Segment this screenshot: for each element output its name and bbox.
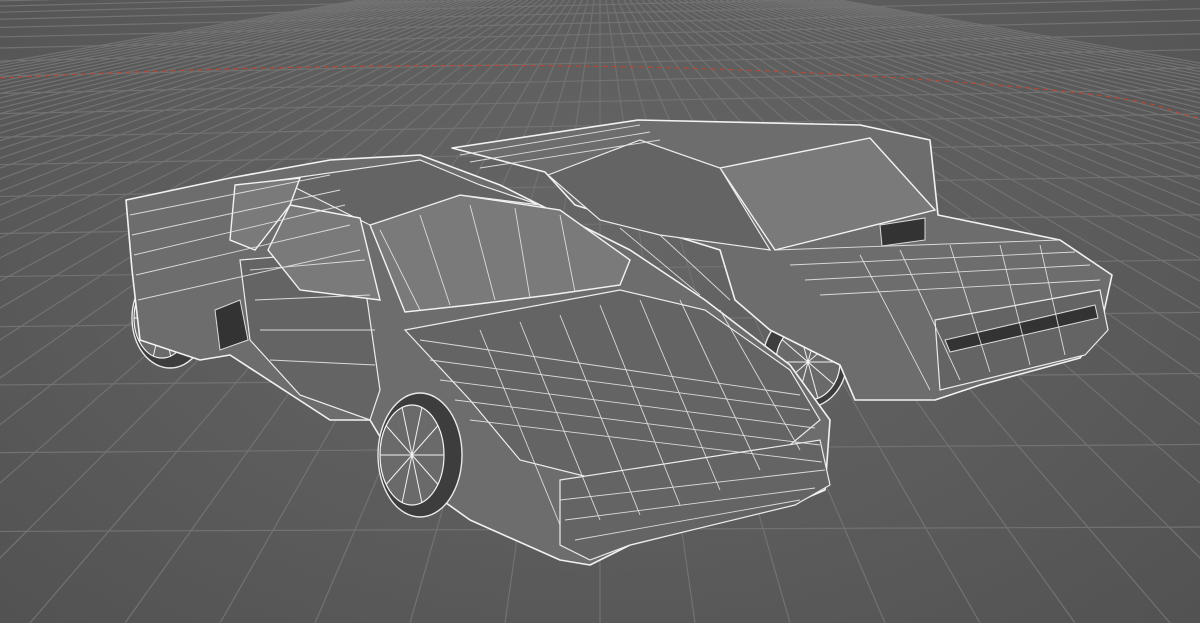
viewport-canvas[interactable] xyxy=(0,0,1200,623)
3d-viewport[interactable] xyxy=(0,0,1200,623)
sports-car-front-wheel[interactable] xyxy=(377,392,463,518)
